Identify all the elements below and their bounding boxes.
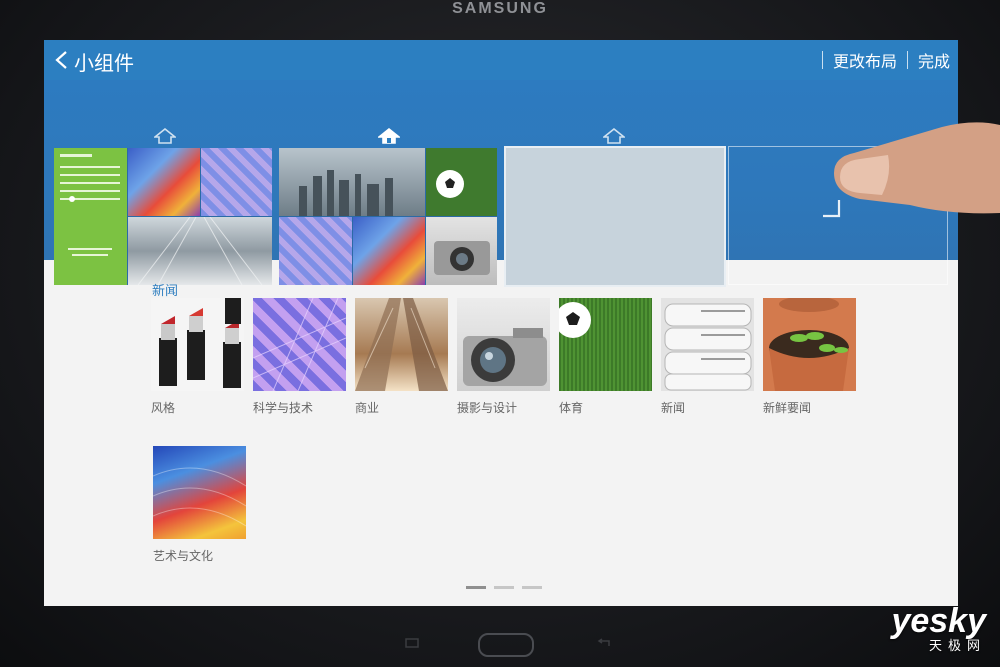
home-page-thumbnail[interactable] (279, 148, 497, 285)
category-tile-style[interactable]: 风格 (151, 298, 244, 416)
divider (821, 51, 823, 69)
action-bar-actions: 更改布局 完成 (812, 48, 950, 72)
watermark: yesky 天极网 (891, 604, 986, 654)
news-widget (201, 148, 272, 216)
category-tile-science-tech[interactable]: 科学与技术 (253, 298, 346, 416)
watermark-logo: yesky (891, 602, 986, 640)
home-page-thumbnail[interactable] (54, 148, 272, 285)
device-brand: SAMSUNG (452, 0, 548, 17)
watermark-subtitle: 天极网 (928, 638, 986, 653)
page-dot (494, 586, 514, 589)
news-widget (426, 217, 497, 285)
home-icon[interactable] (378, 128, 400, 144)
calendar-widget (54, 148, 127, 285)
divider (906, 51, 908, 69)
page-dot (466, 586, 486, 589)
news-widget (426, 148, 497, 216)
category-label: 商业 (355, 401, 380, 415)
camera-image (457, 298, 550, 391)
category-label: 艺术与文化 (153, 549, 214, 563)
page-indicator (44, 586, 958, 590)
category-label: 风格 (151, 401, 176, 415)
empty-home-page-thumbnail[interactable] (504, 146, 726, 287)
category-tile-photo-design[interactable]: 摄影与设计 (457, 298, 550, 416)
news-widget (353, 217, 425, 285)
category-label: 新闻 (661, 401, 686, 415)
section-title: 新闻 (152, 284, 179, 299)
home-icon[interactable] (603, 128, 625, 144)
tablet-screen: 小组件 更改布局 完成 新闻 风格 科学与技术 商业 摄影与设计 体育 新闻 新… (44, 40, 958, 606)
change-layout-button[interactable]: 更改布局 (833, 48, 897, 72)
category-label: 科学与技术 (253, 401, 314, 415)
category-tile-business[interactable]: 商业 (355, 298, 448, 416)
lipsticks-image (151, 298, 244, 391)
news-widget (128, 148, 200, 216)
action-bar: 小组件 更改布局 完成 (44, 40, 958, 80)
menu-key-icon[interactable] (405, 638, 419, 648)
category-tile-news[interactable]: 新闻 (661, 298, 754, 416)
circuit-grid-image (253, 298, 346, 391)
category-label: 体育 (559, 401, 584, 415)
news-widget (279, 217, 352, 285)
page-dot (522, 586, 542, 589)
home-pages-panel (44, 80, 958, 287)
news-widget (279, 148, 425, 216)
newspapers-image (661, 298, 754, 391)
category-label: 摄影与设计 (457, 401, 518, 415)
done-button[interactable]: 完成 (918, 48, 950, 72)
home-icon[interactable] (154, 128, 176, 144)
seedlings-image (763, 298, 856, 391)
skyscrapers-image (355, 298, 448, 391)
finger-image (834, 122, 1000, 214)
category-tile-fresh-news[interactable]: 新鲜要闻 (763, 298, 856, 416)
paint-strokes-image (153, 446, 246, 539)
category-tile-sports[interactable]: 体育 (559, 298, 652, 416)
back-arrow-icon[interactable] (52, 49, 72, 71)
soccer-ball-image (559, 298, 652, 391)
back-key-icon[interactable] (597, 638, 611, 648)
page-title: 小组件 (74, 51, 134, 75)
home-button[interactable] (478, 633, 534, 657)
news-widget (128, 217, 272, 285)
category-tile-arts-culture[interactable]: 艺术与文化 (153, 446, 246, 564)
category-label: 新鲜要闻 (763, 401, 812, 415)
